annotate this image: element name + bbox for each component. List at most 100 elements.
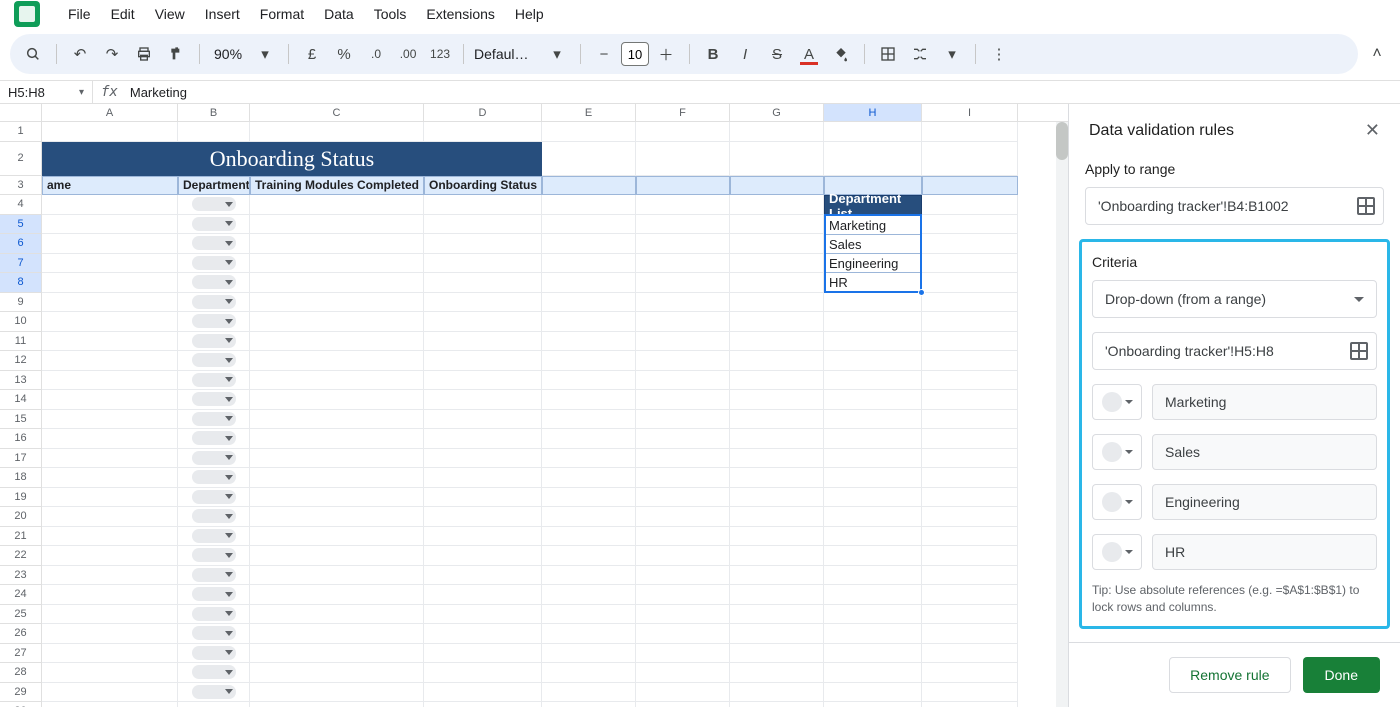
merge-icon[interactable] [907,41,933,67]
col-header-G[interactable]: G [730,104,824,121]
col-header-C[interactable]: C [250,104,424,121]
col-header-E[interactable]: E [542,104,636,121]
menu-file[interactable]: File [58,2,101,26]
grid-select-icon[interactable] [1350,342,1368,360]
menu-format[interactable]: Format [250,2,314,26]
dropdown-chip[interactable] [192,334,236,348]
font-size-input[interactable] [621,42,649,66]
dropdown-chip[interactable] [192,412,236,426]
menu-help[interactable]: Help [505,2,554,26]
dropdown-chip[interactable] [192,373,236,387]
font-dropdown-icon[interactable]: ▾ [544,41,570,67]
done-button[interactable]: Done [1303,657,1380,693]
paint-format-icon[interactable] [163,41,189,67]
option-color-picker[interactable] [1092,484,1142,520]
row-header-8[interactable]: 8 [0,273,42,293]
decrease-decimal-icon[interactable]: .0 [363,41,389,67]
col-header-F[interactable]: F [636,104,730,121]
col-header-I[interactable]: I [922,104,1018,121]
row-header-19[interactable]: 19 [0,488,42,508]
dropdown-chip[interactable] [192,470,236,484]
menu-tools[interactable]: Tools [364,2,417,26]
dropdown-chip[interactable] [192,626,236,640]
dropdown-chip[interactable] [192,685,236,699]
zoom-dropdown-icon[interactable]: ▾ [252,41,278,67]
row-header-9[interactable]: 9 [0,293,42,313]
dropdown-chip[interactable] [192,275,236,289]
vertical-scrollbar[interactable] [1056,122,1068,707]
name-box-dropdown-icon[interactable]: ▾ [79,87,84,98]
col-header-H[interactable]: H [824,104,922,121]
row-header-29[interactable]: 29 [0,683,42,703]
zoom-value[interactable]: 90% [210,46,246,62]
selection-handle[interactable] [918,289,925,296]
row-header-24[interactable]: 24 [0,585,42,605]
menu-insert[interactable]: Insert [195,2,250,26]
formula-input[interactable]: Marketing [126,85,191,100]
option-color-picker[interactable] [1092,384,1142,420]
italic-icon[interactable]: I [732,41,758,67]
col-header-B[interactable]: B [178,104,250,121]
redo-icon[interactable]: ↷ [99,41,125,67]
row-header-1[interactable]: 1 [0,122,42,142]
row-header-10[interactable]: 10 [0,312,42,332]
text-color-icon[interactable]: A [796,41,822,67]
row-header-30[interactable]: 30 [0,702,42,707]
search-icon[interactable] [20,41,46,67]
row-header-18[interactable]: 18 [0,468,42,488]
department-item[interactable]: Engineering [825,253,921,272]
option-value[interactable]: Marketing [1152,384,1377,420]
dropdown-chip[interactable] [192,314,236,328]
department-list-range[interactable]: Department ListMarketingSalesEngineering… [824,195,922,292]
col-header-D[interactable]: D [424,104,542,121]
option-color-picker[interactable] [1092,534,1142,570]
undo-icon[interactable]: ↶ [67,41,93,67]
spreadsheet-grid[interactable]: ABCDEFGHI 123456789101112131415161718192… [0,104,1068,707]
col-header-A[interactable]: A [42,104,178,121]
apply-range-input[interactable]: 'Onboarding tracker'!B4:B1002 [1085,187,1384,225]
dropdown-chip[interactable] [192,665,236,679]
font-family-select[interactable]: Defaul… [474,46,538,62]
more-icon[interactable]: ⋮ [986,41,1012,67]
row-header-4[interactable]: 4 [0,195,42,215]
criteria-type-dropdown[interactable]: Drop-down (from a range) [1092,280,1377,318]
dropdown-chip[interactable] [192,256,236,270]
row-header-26[interactable]: 26 [0,624,42,644]
table-header-0[interactable]: ame [42,176,178,196]
row-header-27[interactable]: 27 [0,644,42,664]
dropdown-chip[interactable] [192,217,236,231]
table-header-1[interactable]: Department [178,176,250,196]
borders-icon[interactable] [875,41,901,67]
merge-dropdown-icon[interactable]: ▾ [939,41,965,67]
row-header-23[interactable]: 23 [0,566,42,586]
dropdown-chip[interactable] [192,353,236,367]
row-header-2[interactable]: 2 [0,142,42,176]
grid-select-icon[interactable] [1357,197,1375,215]
dropdown-chip[interactable] [192,392,236,406]
department-item[interactable]: HR [825,272,921,291]
fill-color-icon[interactable] [828,41,854,67]
menu-data[interactable]: Data [314,2,364,26]
option-value[interactable]: Sales [1152,434,1377,470]
row-header-14[interactable]: 14 [0,390,42,410]
font-size-minus[interactable]: − [591,41,617,67]
remove-rule-button[interactable]: Remove rule [1169,657,1290,693]
dropdown-chip[interactable] [192,568,236,582]
dropdown-chip[interactable] [192,646,236,660]
dropdown-chip[interactable] [192,197,236,211]
row-header-15[interactable]: 15 [0,410,42,430]
menu-edit[interactable]: Edit [101,2,145,26]
row-header-17[interactable]: 17 [0,449,42,469]
more-formats-icon[interactable]: 123 [427,41,453,67]
close-icon[interactable]: ✕ [1365,120,1380,141]
strikethrough-icon[interactable]: S [764,41,790,67]
criteria-source-input[interactable]: 'Onboarding tracker'!H5:H8 [1092,332,1377,370]
row-header-6[interactable]: 6 [0,234,42,254]
dropdown-chip[interactable] [192,529,236,543]
department-item[interactable]: Sales [825,234,921,253]
menu-extensions[interactable]: Extensions [416,2,504,26]
row-header-21[interactable]: 21 [0,527,42,547]
row-header-28[interactable]: 28 [0,663,42,683]
dropdown-chip[interactable] [192,509,236,523]
dropdown-chip[interactable] [192,587,236,601]
